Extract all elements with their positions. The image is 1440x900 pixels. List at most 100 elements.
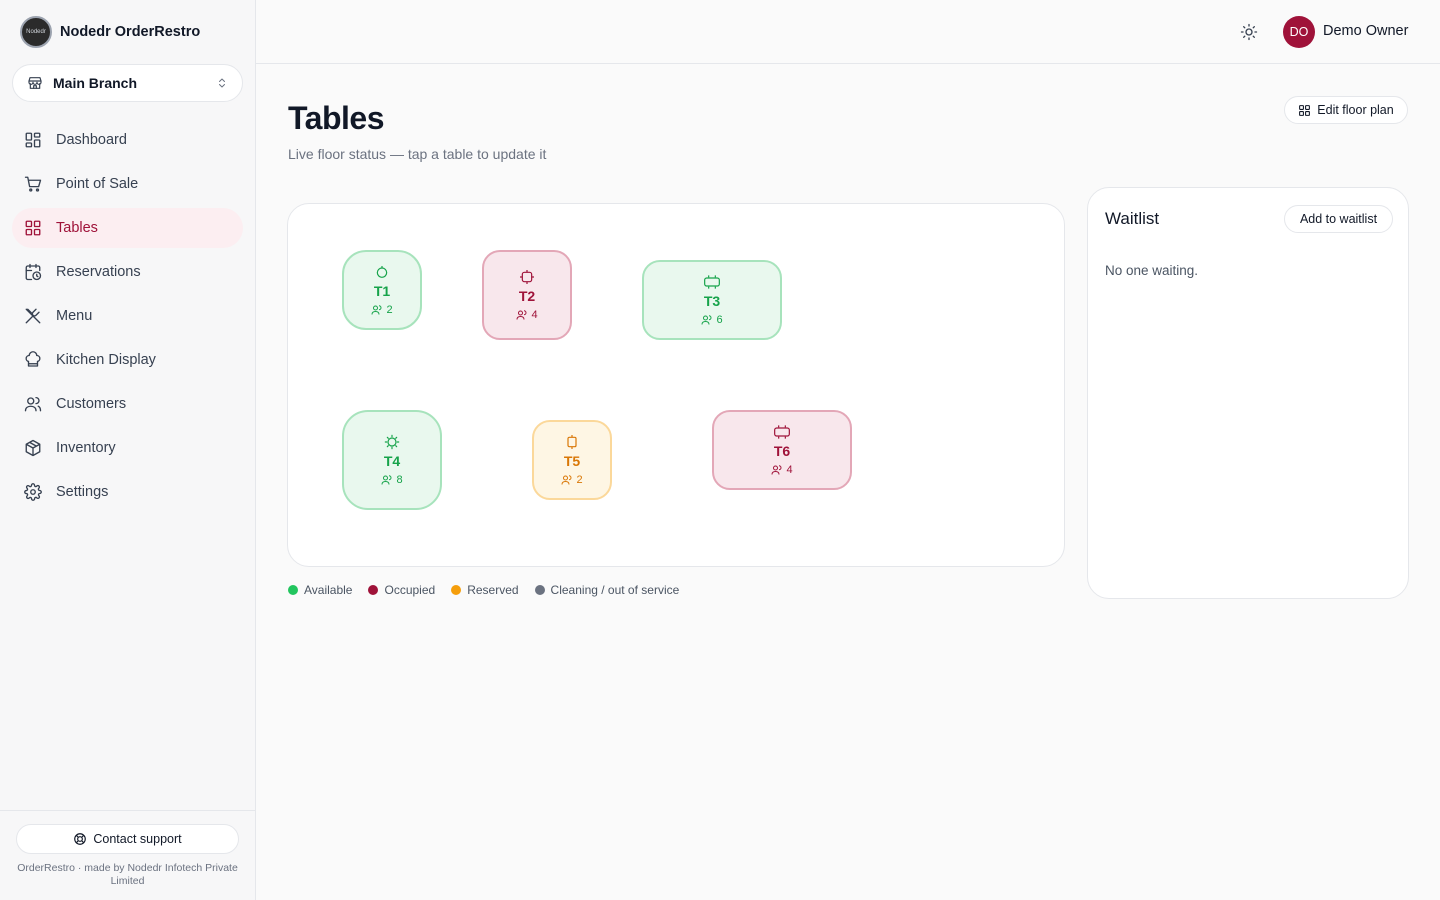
table-seats: 2 <box>561 474 583 486</box>
sidebar-item-label: Inventory <box>56 440 116 456</box>
page-subtitle: Live floor status — tap a table to updat… <box>288 146 547 162</box>
table-seat-count: 4 <box>531 309 538 321</box>
legend-dot <box>534 585 545 595</box>
users-icon <box>701 315 712 325</box>
brand-logo-text: Nodedr <box>26 29 46 35</box>
theme-toggle-button[interactable] <box>1236 19 1262 45</box>
table-t4[interactable]: T4 8 <box>342 410 442 510</box>
table-t6[interactable]: T6 4 <box>712 410 852 490</box>
users-icon <box>371 305 382 315</box>
waitlist-empty-text: No one waiting. <box>1105 263 1199 278</box>
legend-cleaning: Cleaning / out of service <box>534 583 680 597</box>
table-t2[interactable]: T2 4 <box>482 250 572 340</box>
branch-selector[interactable]: Main Branch <box>12 64 243 102</box>
square-table-icon <box>567 435 577 449</box>
package-icon <box>24 439 42 457</box>
page-title: Tables <box>288 100 385 136</box>
table-t1[interactable]: T1 2 <box>342 250 422 330</box>
sidebar-item-label: Reservations <box>56 264 141 280</box>
add-to-waitlist-button[interactable]: Add to waitlist <box>1284 205 1393 233</box>
brand[interactable]: Nodedr Nodedr OrderRestro <box>20 16 200 48</box>
chef-hat-icon <box>24 351 42 369</box>
table-name: T4 <box>383 453 401 469</box>
rect-table-icon <box>704 275 720 289</box>
legend-label: Cleaning / out of service <box>550 583 680 597</box>
table-name: T3 <box>703 293 721 309</box>
sidebar-item-reservations[interactable]: Reservations <box>12 252 243 292</box>
chevrons-up-down-icon <box>219 78 225 88</box>
sidebar-footer: Contact support OrderRestro · made by No… <box>0 810 255 900</box>
sidebar-item-label: Customers <box>56 396 127 412</box>
sidebar-item-settings[interactable]: Settings <box>12 472 243 512</box>
edit-floor-plan-button[interactable]: Edit floor plan <box>1284 96 1408 124</box>
sidebar-item-inventory[interactable]: Inventory <box>12 428 243 468</box>
floor-plan: T1 2 T2 4 T3 6 T4 8 T5 2 T6 4 <box>287 203 1065 567</box>
table-name: T1 <box>373 283 391 299</box>
round-table-icon <box>384 434 400 450</box>
legend-occupied: Occupied <box>368 583 435 597</box>
table-seat-count: 2 <box>576 474 583 486</box>
table-seat-count: 2 <box>386 304 393 316</box>
contact-support-button[interactable]: Contact support <box>16 824 239 854</box>
dashboard-icon <box>24 131 42 149</box>
legend-reserved: Reserved <box>451 583 519 597</box>
credit-text: OrderRestro · made by Nodedr Infotech Pr… <box>17 862 238 887</box>
user-name[interactable]: Demo Owner <box>1323 23 1408 39</box>
grid-icon <box>1299 104 1311 116</box>
sidebar-item-point-of-sale[interactable]: Point of Sale <box>12 164 243 204</box>
table-seats: 4 <box>516 309 538 321</box>
rect-table-icon <box>774 425 790 439</box>
waitlist-panel: Waitlist Add to waitlist No one waiting. <box>1087 187 1409 599</box>
users-icon <box>381 475 392 485</box>
sidebar-item-label: Settings <box>56 484 109 500</box>
sidebar-item-label: Menu <box>56 308 93 324</box>
legend-dot <box>451 585 462 595</box>
sidebar-item-kitchen-display[interactable]: Kitchen Display <box>12 340 243 380</box>
status-legend: Available Occupied Reserved Cleaning / o… <box>288 583 679 597</box>
table-t5[interactable]: T5 2 <box>532 420 612 500</box>
legend-dot <box>368 585 379 595</box>
table-seat-count: 4 <box>786 464 793 476</box>
table-seats: 2 <box>371 304 393 316</box>
table-name: T5 <box>563 453 581 469</box>
sidebar-item-label: Dashboard <box>56 132 127 148</box>
sidebar-item-dashboard[interactable]: Dashboard <box>12 120 243 160</box>
users-icon <box>771 465 782 475</box>
sidebar-item-label: Point of Sale <box>56 176 139 192</box>
contact-support-label: Contact support <box>93 832 182 846</box>
legend-label: Occupied <box>384 583 436 597</box>
users-icon <box>24 395 42 413</box>
brand-logo: Nodedr <box>20 16 52 48</box>
sidebar-item-menu[interactable]: Menu <box>12 296 243 336</box>
users-icon <box>516 310 527 320</box>
round-table-icon <box>376 266 388 278</box>
top-header: DO Demo Owner <box>256 0 1440 64</box>
table-seat-count: 6 <box>716 314 723 326</box>
table-name: T2 <box>518 288 536 304</box>
table-name: T6 <box>773 443 791 459</box>
legend-label: Reserved <box>467 583 519 597</box>
users-icon <box>561 475 572 485</box>
table-seats: 6 <box>701 314 723 326</box>
life-buoy-icon <box>74 833 87 845</box>
grid-icon <box>24 219 42 237</box>
sidebar-item-customers[interactable]: Customers <box>12 384 243 424</box>
calendar-clock-icon <box>24 263 42 281</box>
sidebar: Nodedr Nodedr OrderRestro Main Branch Da… <box>0 0 256 900</box>
edit-floor-plan-label: Edit floor plan <box>1317 103 1394 117</box>
legend-label: Available <box>304 583 353 597</box>
legend-dot <box>288 585 298 595</box>
sidebar-nav: Dashboard Point of Sale Tables Reservati… <box>12 120 243 516</box>
brand-name: Nodedr OrderRestro <box>60 24 201 40</box>
table-t3[interactable]: T3 6 <box>642 260 782 340</box>
legend-available: Available <box>288 583 352 597</box>
waitlist-title: Waitlist <box>1105 209 1160 228</box>
table-seats: 4 <box>771 464 793 476</box>
avatar[interactable]: DO <box>1283 16 1315 48</box>
cart-icon <box>24 175 42 193</box>
store-icon <box>28 77 42 89</box>
sun-icon <box>1240 23 1258 41</box>
sidebar-item-tables[interactable]: Tables <box>12 208 243 248</box>
utensils-icon <box>24 307 42 325</box>
sidebar-item-label: Kitchen Display <box>56 352 156 368</box>
